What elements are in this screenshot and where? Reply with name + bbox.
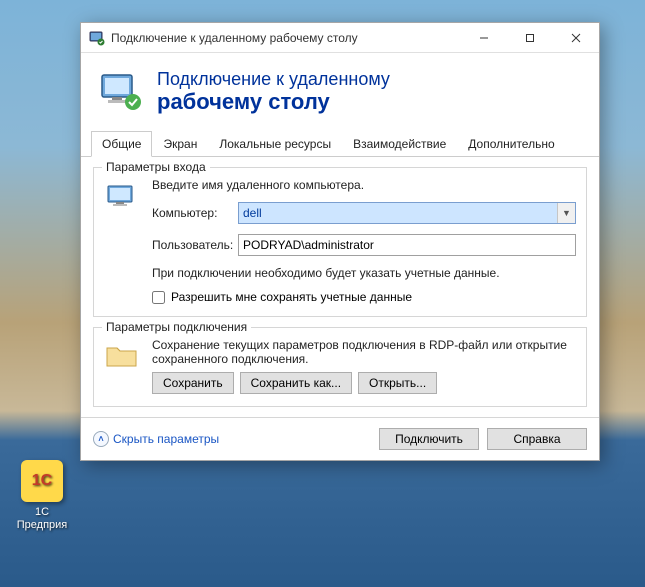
rdp-icon: [99, 70, 143, 114]
group-connection: Параметры подключения Сохранение текущих…: [93, 327, 587, 407]
maximize-button[interactable]: [507, 23, 553, 53]
save-credentials-label: Разрешить мне сохранять учетные данные: [171, 290, 412, 304]
desktop-icon-1c[interactable]: 1C 1C Предприя: [12, 460, 72, 532]
tab-local-resources[interactable]: Локальные ресурсы: [208, 131, 342, 157]
tab-display[interactable]: Экран: [152, 131, 208, 157]
user-input[interactable]: [238, 234, 576, 256]
user-label: Пользователь:: [152, 238, 238, 252]
chevron-down-icon[interactable]: ▼: [557, 203, 575, 223]
header-line1: Подключение к удаленному: [157, 69, 390, 90]
computer-label: Компьютер:: [152, 206, 238, 220]
chevron-up-icon: ˄: [93, 431, 109, 447]
tab-bar: Общие Экран Локальные ресурсы Взаимодейс…: [81, 130, 599, 157]
connection-intro: Сохранение текущих параметров подключени…: [152, 338, 576, 366]
computer-icon: [104, 180, 140, 216]
tab-advanced[interactable]: Дополнительно: [457, 131, 565, 157]
group-login-legend: Параметры входа: [102, 160, 210, 174]
dialog-footer: ˄ Скрыть параметры Подключить Справка: [81, 417, 599, 460]
save-button[interactable]: Сохранить: [152, 372, 234, 394]
group-connection-legend: Параметры подключения: [102, 320, 251, 334]
minimize-button[interactable]: [461, 23, 507, 53]
save-credentials-input[interactable]: [152, 291, 165, 304]
rdp-dialog: Подключение к удаленному рабочему столу …: [80, 22, 600, 461]
window-title: Подключение к удаленному рабочему столу: [111, 31, 461, 45]
close-button[interactable]: [553, 23, 599, 53]
titlebar: Подключение к удаленному рабочему столу: [81, 23, 599, 53]
1c-icon: 1C: [21, 460, 63, 502]
login-note: При подключении необходимо будет указать…: [152, 266, 576, 280]
save-credentials-checkbox[interactable]: Разрешить мне сохранять учетные данные: [152, 290, 576, 304]
desktop-icon-label: 1C Предприя: [12, 506, 72, 532]
tab-general[interactable]: Общие: [91, 131, 152, 157]
panel: Параметры входа Введите имя удаленного к…: [93, 167, 587, 407]
rdp-titlebar-icon: [89, 30, 105, 46]
login-intro: Введите имя удаленного компьютера.: [152, 178, 576, 192]
save-as-button[interactable]: Сохранить как...: [240, 372, 352, 394]
open-button[interactable]: Открыть...: [358, 372, 437, 394]
computer-combo[interactable]: ▼: [238, 202, 576, 224]
group-login: Параметры входа Введите имя удаленного к…: [93, 167, 587, 317]
computer-input[interactable]: [239, 203, 557, 223]
folder-icon: [104, 340, 140, 370]
header-line2: рабочему столу: [157, 90, 390, 114]
hide-options-link[interactable]: ˄ Скрыть параметры: [93, 431, 219, 447]
dialog-header: Подключение к удаленному рабочему столу: [81, 53, 599, 128]
help-button[interactable]: Справка: [487, 428, 587, 450]
connect-button[interactable]: Подключить: [379, 428, 479, 450]
tab-experience[interactable]: Взаимодействие: [342, 131, 457, 157]
